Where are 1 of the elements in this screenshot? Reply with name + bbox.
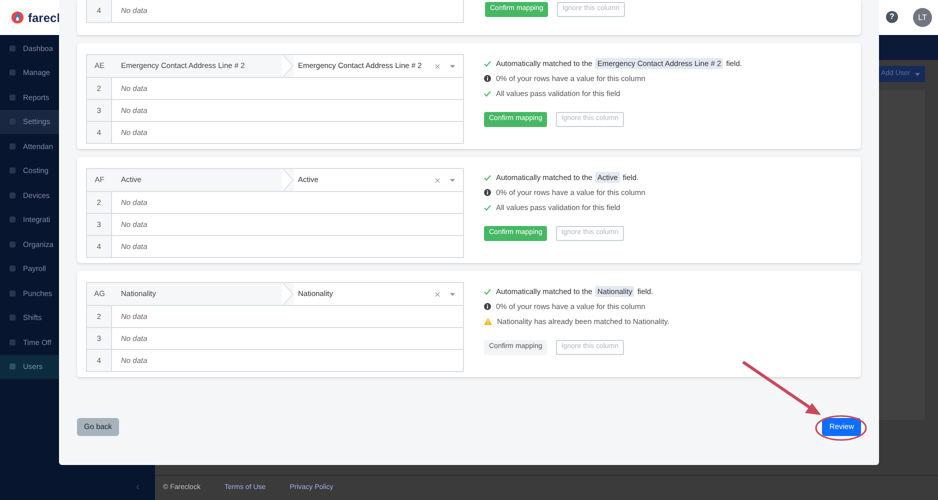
logo-text: farecl	[28, 10, 60, 26]
